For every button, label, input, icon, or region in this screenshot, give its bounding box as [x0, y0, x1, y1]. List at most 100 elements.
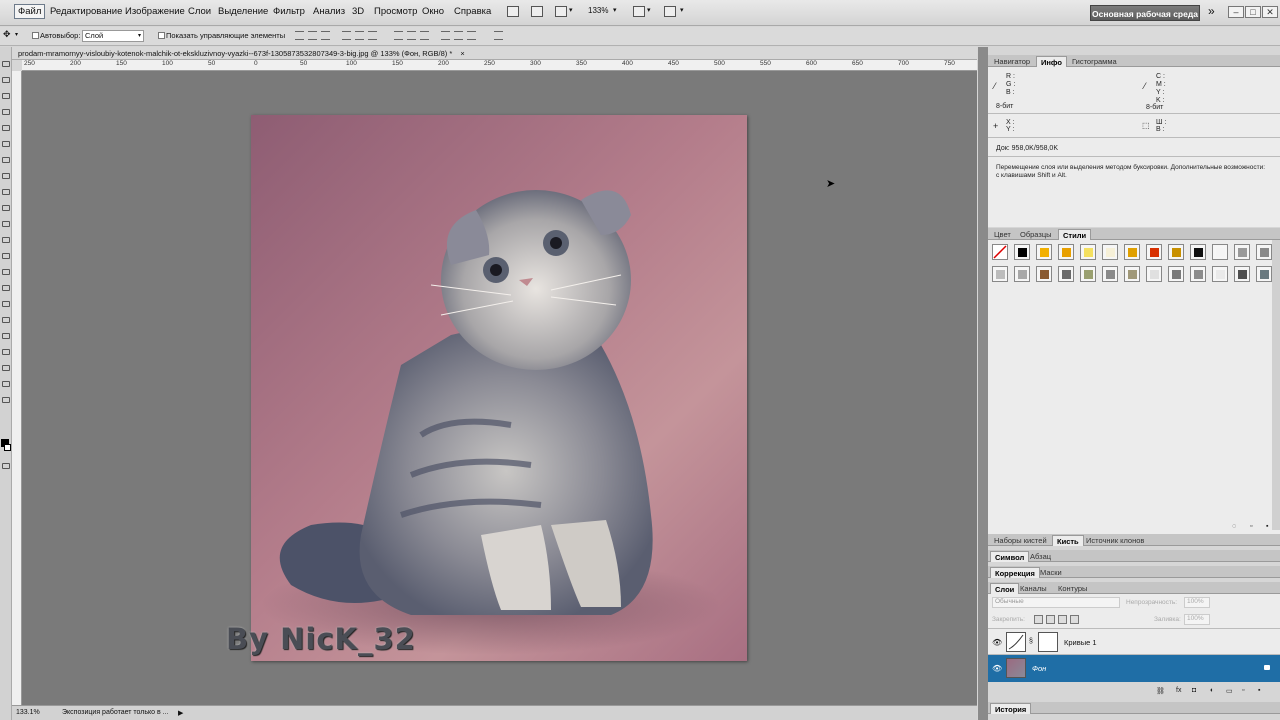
chevron-down-icon[interactable]: ▾	[613, 6, 617, 14]
distribute-vcenter-icon[interactable]	[407, 31, 416, 40]
styles-scrollbar[interactable]	[1272, 240, 1280, 530]
tab-color[interactable]: Цвет	[990, 229, 1015, 240]
fx-icon[interactable]: fx	[1176, 687, 1181, 694]
minibridge-icon[interactable]	[531, 6, 543, 17]
document-tab[interactable]: prodam-mramornyy-visloubiy-kotenok-malch…	[12, 47, 977, 60]
align-left-icon[interactable]	[342, 31, 351, 40]
style-swatch[interactable]	[1190, 266, 1206, 282]
type-tool-icon[interactable]	[2, 301, 10, 307]
style-swatch[interactable]	[1036, 244, 1052, 260]
trash-icon[interactable]: ▪	[1266, 523, 1268, 530]
chevron-down-icon[interactable]: ▾	[15, 31, 18, 38]
add-mask-icon[interactable]: ◘	[1192, 687, 1196, 694]
quick-mask-icon[interactable]	[2, 463, 10, 469]
align-right-icon[interactable]	[368, 31, 377, 40]
tab-histogram[interactable]: Гистограмма	[1068, 56, 1121, 67]
eraser-tool-icon[interactable]	[2, 221, 10, 227]
blur-tool-icon[interactable]	[2, 253, 10, 259]
align-bottom-icon[interactable]	[321, 31, 330, 40]
menu-filter[interactable]: Фильтр	[273, 6, 305, 17]
lasso-tool-icon[interactable]	[2, 93, 10, 99]
style-swatch-none[interactable]	[992, 244, 1008, 260]
lock-transparency-icon[interactable]	[1034, 615, 1043, 624]
eye-icon[interactable]: 👁	[992, 638, 1002, 647]
tab-clone-source[interactable]: Источник клонов	[1082, 535, 1148, 546]
brush-tool-icon[interactable]	[2, 173, 10, 179]
stamp-tool-icon[interactable]	[2, 189, 10, 195]
history-brush-tool-icon[interactable]	[2, 205, 10, 211]
menu-file[interactable]: Файл	[14, 4, 46, 19]
style-swatch[interactable]	[1080, 244, 1096, 260]
distribute-top-icon[interactable]	[394, 31, 403, 40]
distribute-right-icon[interactable]	[467, 31, 476, 40]
tab-paths[interactable]: Контуры	[1054, 583, 1091, 594]
layer-row[interactable]: 👁 § Кривые 1	[988, 628, 1280, 655]
style-swatch[interactable]	[1124, 266, 1140, 282]
show-controls-checkbox[interactable]	[158, 32, 165, 39]
pen-tool-icon[interactable]	[2, 285, 10, 291]
adjustment-layer-icon[interactable]: ◐	[1210, 687, 1214, 694]
tab-styles[interactable]: Стили	[1058, 229, 1092, 240]
path-select-tool-icon[interactable]	[2, 317, 10, 323]
status-arrow-icon[interactable]: ▶	[178, 709, 183, 717]
horizontal-ruler[interactable]: 250 200 150 100 50 0 50 100 150 200 250 300 350 400 45…	[22, 60, 977, 71]
menu-view[interactable]: Просмотр	[374, 6, 417, 17]
style-swatch[interactable]	[1014, 266, 1030, 282]
eyedropper-tool-icon[interactable]	[2, 141, 10, 147]
distribute-bottom-icon[interactable]	[420, 31, 429, 40]
menu-3d[interactable]: 3D	[352, 6, 364, 17]
auto-align-icon[interactable]	[494, 31, 503, 40]
more-workspaces-icon[interactable]: »	[1208, 4, 1215, 18]
menu-select[interactable]: Выделение	[218, 6, 268, 17]
tab-swatches[interactable]: Образцы	[1016, 229, 1056, 240]
link-layers-icon[interactable]: ⛓	[1156, 687, 1165, 695]
trash-icon[interactable]: ▪	[1258, 687, 1260, 694]
tab-channels[interactable]: Каналы	[1016, 583, 1051, 594]
style-swatch[interactable]	[1168, 266, 1184, 282]
layer-mask-thumb[interactable]	[1038, 632, 1058, 652]
style-swatch[interactable]	[1234, 266, 1250, 282]
style-swatch[interactable]	[1014, 244, 1030, 260]
style-swatch[interactable]	[1058, 244, 1074, 260]
shape-tool-icon[interactable]	[2, 333, 10, 339]
menu-edit[interactable]: Редактирование	[50, 6, 122, 17]
align-hcenter-icon[interactable]	[355, 31, 364, 40]
lock-pixels-icon[interactable]	[1046, 615, 1055, 624]
status-zoom[interactable]: 133.1%	[16, 709, 40, 716]
style-swatch[interactable]	[1102, 244, 1118, 260]
style-swatch[interactable]	[1146, 244, 1162, 260]
maximize-button[interactable]: □	[1245, 6, 1261, 18]
gradient-tool-icon[interactable]	[2, 237, 10, 243]
tab-info[interactable]: Инфо	[1036, 56, 1067, 67]
arrange-docs-icon[interactable]	[633, 6, 645, 17]
style-swatch[interactable]	[1146, 266, 1162, 282]
hand-tool-icon[interactable]	[2, 381, 10, 387]
new-layer-icon[interactable]: ▫	[1242, 687, 1244, 694]
close-icon[interactable]: ×	[460, 49, 464, 58]
align-vcenter-icon[interactable]	[308, 31, 317, 40]
link-icon[interactable]: §	[1029, 638, 1033, 645]
style-swatch[interactable]	[992, 266, 1008, 282]
3d-orbit-tool-icon[interactable]	[2, 365, 10, 371]
close-button[interactable]: ✕	[1262, 6, 1278, 18]
tab-brush-presets[interactable]: Наборы кистей	[990, 535, 1051, 546]
new-style-icon[interactable]: ◌	[1232, 523, 1236, 530]
bridge-icon[interactable]	[507, 6, 519, 17]
align-top-icon[interactable]	[295, 31, 304, 40]
style-swatch[interactable]	[1256, 266, 1272, 282]
document-image[interactable]	[251, 115, 747, 661]
minimize-button[interactable]: –	[1228, 6, 1244, 18]
marquee-tool-icon[interactable]	[2, 77, 10, 83]
dodge-tool-icon[interactable]	[2, 269, 10, 275]
tab-navigator[interactable]: Навигатор	[990, 56, 1034, 67]
tab-history[interactable]: История	[990, 703, 1032, 714]
tab-masks[interactable]: Маски	[1036, 567, 1066, 578]
menu-analysis[interactable]: Анализ	[313, 6, 345, 17]
background-color-swatch[interactable]	[4, 444, 11, 451]
style-swatch[interactable]	[1124, 244, 1140, 260]
move-tool-icon[interactable]	[2, 61, 10, 67]
menu-image[interactable]: Изображение	[125, 6, 185, 17]
zoom-tool-icon[interactable]	[2, 397, 10, 403]
workspace-button[interactable]: Основная рабочая среда	[1090, 5, 1200, 21]
layer-row-selected[interactable]: 👁 Фон	[988, 655, 1280, 682]
